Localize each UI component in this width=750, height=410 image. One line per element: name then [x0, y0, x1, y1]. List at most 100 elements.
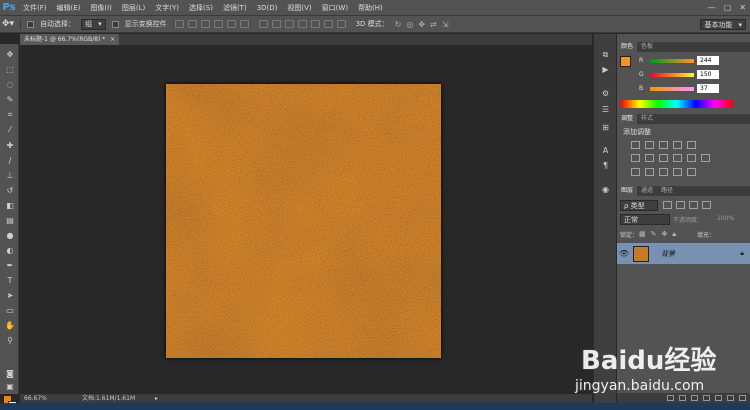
status-arrow-icon[interactable]: ▸ [155, 394, 158, 403]
tab-adjustments[interactable]: 调整 [617, 114, 638, 124]
selective-color-icon[interactable] [687, 168, 696, 176]
show-transform-checkbox[interactable] [111, 20, 119, 28]
vibrance-icon[interactable] [687, 141, 696, 149]
eraser-tool-icon[interactable]: ◧ [5, 201, 15, 210]
brightness-icon[interactable] [631, 141, 640, 149]
distribute-top-icon[interactable] [258, 20, 268, 28]
move-tool-icon[interactable]: ✥ [5, 50, 15, 59]
crop-tool-icon[interactable]: ⌗ [5, 110, 15, 119]
color-ramp[interactable] [621, 100, 733, 108]
brush-tool-icon[interactable]: ∕ [5, 156, 15, 165]
tab-layers[interactable]: 图层 [617, 186, 638, 196]
dodge-tool-icon[interactable]: ◐ [5, 246, 15, 255]
threshold-icon[interactable] [659, 168, 668, 176]
brush-panel-icon[interactable]: ⚙ [601, 89, 610, 98]
history-icon[interactable]: ⧉ [601, 50, 610, 59]
channel-mixer-icon[interactable] [687, 154, 696, 162]
marquee-tool-icon[interactable]: ⬚ [5, 65, 15, 74]
layer-name[interactable]: 背景 [661, 249, 675, 259]
hue-saturation-icon[interactable] [631, 154, 640, 162]
3d-panel-icon[interactable]: ◉ [601, 185, 610, 194]
distribute-right-icon[interactable] [323, 20, 333, 28]
document-canvas[interactable] [166, 84, 441, 358]
color-lookup-icon[interactable] [701, 154, 710, 162]
exposure-icon[interactable] [673, 141, 682, 149]
menu-select[interactable]: 选择(S) [184, 0, 218, 16]
quick-mask-icon[interactable]: ◙ [5, 369, 15, 378]
tab-swatches[interactable]: 色板 [637, 42, 657, 52]
green-value[interactable]: 150 [697, 70, 719, 79]
close-button[interactable]: ✕ [739, 3, 746, 12]
blue-value[interactable]: 37 [697, 84, 719, 93]
filter-type-icon[interactable] [689, 201, 698, 209]
actions-icon[interactable]: ▶ [601, 65, 610, 74]
workspace-dropdown[interactable]: 基本功能 ▾ [700, 19, 746, 30]
eye-icon[interactable]: 👁︎ [617, 249, 631, 258]
menu-3d[interactable]: 3D(D) [252, 0, 283, 16]
lasso-tool-icon[interactable]: ◌ [5, 80, 15, 89]
3d-scale-icon[interactable]: ⇲ [442, 20, 449, 29]
zoom-level[interactable]: 66.67% [24, 394, 47, 403]
filter-shape-icon[interactable] [702, 201, 711, 209]
lock-position-icon[interactable]: ✥ [662, 230, 668, 239]
type-tool-icon[interactable]: T [5, 276, 15, 285]
menu-window[interactable]: 窗口(W) [317, 0, 353, 16]
close-tab-icon[interactable]: × [110, 36, 115, 43]
green-slider[interactable] [650, 72, 694, 77]
red-slider[interactable] [650, 58, 694, 63]
menu-file[interactable]: 文件(F) [18, 0, 52, 16]
menu-image[interactable]: 图像(I) [85, 0, 117, 16]
auto-select-dropdown[interactable]: 组 ▾ [81, 18, 106, 30]
eyedropper-tool-icon[interactable]: ⁄ [5, 125, 15, 134]
auto-select-checkbox[interactable] [27, 20, 35, 28]
clone-stamp-tool-icon[interactable]: ⊥ [5, 171, 15, 180]
color-balance-icon[interactable] [645, 154, 654, 162]
filter-adjust-icon[interactable] [676, 201, 685, 209]
tab-channels[interactable]: 通道 [637, 186, 657, 196]
align-bottom-icon[interactable] [200, 20, 210, 28]
align-vcenter-icon[interactable] [187, 20, 197, 28]
opacity-value[interactable]: 100% [717, 215, 734, 222]
blue-slider[interactable] [650, 86, 694, 91]
foreground-color-swatch[interactable] [620, 56, 631, 67]
properties-icon[interactable]: ⊞ [601, 123, 610, 132]
pen-tool-icon[interactable]: ✒ [5, 261, 15, 270]
zoom-tool-icon[interactable]: ⚲ [5, 336, 15, 345]
screen-mode-icon[interactable]: ▣ [5, 382, 15, 391]
align-right-icon[interactable] [239, 20, 249, 28]
menu-view[interactable]: 视图(V) [282, 0, 316, 16]
history-brush-tool-icon[interactable]: ↺ [5, 186, 15, 195]
3d-roll-icon[interactable]: ◎ [406, 20, 413, 29]
posterize-icon[interactable] [645, 168, 654, 176]
shape-tool-icon[interactable]: ▭ [5, 306, 15, 315]
levels-icon[interactable] [645, 141, 654, 149]
distribute-hcenter-icon[interactable] [310, 20, 320, 28]
menu-help[interactable]: 帮助(H) [353, 0, 388, 16]
lock-transparent-icon[interactable]: ▦ [639, 230, 646, 239]
healing-brush-tool-icon[interactable]: ✚ [5, 141, 15, 150]
menu-layer[interactable]: 图层(L) [117, 0, 150, 16]
maximize-button[interactable]: ▢ [724, 3, 732, 12]
auto-align-icon[interactable] [336, 20, 346, 28]
move-tool-icon[interactable]: ✥▾ [2, 19, 14, 29]
menu-filter[interactable]: 滤镜(T) [218, 0, 252, 16]
blend-mode-dropdown[interactable]: 正常 [620, 214, 670, 225]
tab-paths[interactable]: 路径 [657, 186, 677, 196]
align-hcenter-icon[interactable] [226, 20, 236, 28]
hand-tool-icon[interactable]: ✋ [5, 321, 15, 330]
align-top-icon[interactable] [174, 20, 184, 28]
minimize-button[interactable]: — [708, 3, 716, 12]
blur-tool-icon[interactable]: ● [5, 231, 15, 240]
distribute-vcenter-icon[interactable] [271, 20, 281, 28]
distribute-bottom-icon[interactable] [284, 20, 294, 28]
invert-icon[interactable] [631, 168, 640, 176]
layer-row[interactable]: 👁︎ 背景 🔒︎ [617, 243, 750, 264]
filter-pixel-icon[interactable] [663, 201, 672, 209]
character-icon[interactable]: A [601, 146, 610, 155]
photo-filter-icon[interactable] [673, 154, 682, 162]
gradient-tool-icon[interactable]: ▤ [5, 216, 15, 225]
red-value[interactable]: 244 [697, 56, 719, 65]
tab-styles[interactable]: 样式 [637, 114, 657, 124]
3d-rotate-icon[interactable]: ↻ [395, 20, 402, 29]
gradient-map-icon[interactable] [673, 168, 682, 176]
